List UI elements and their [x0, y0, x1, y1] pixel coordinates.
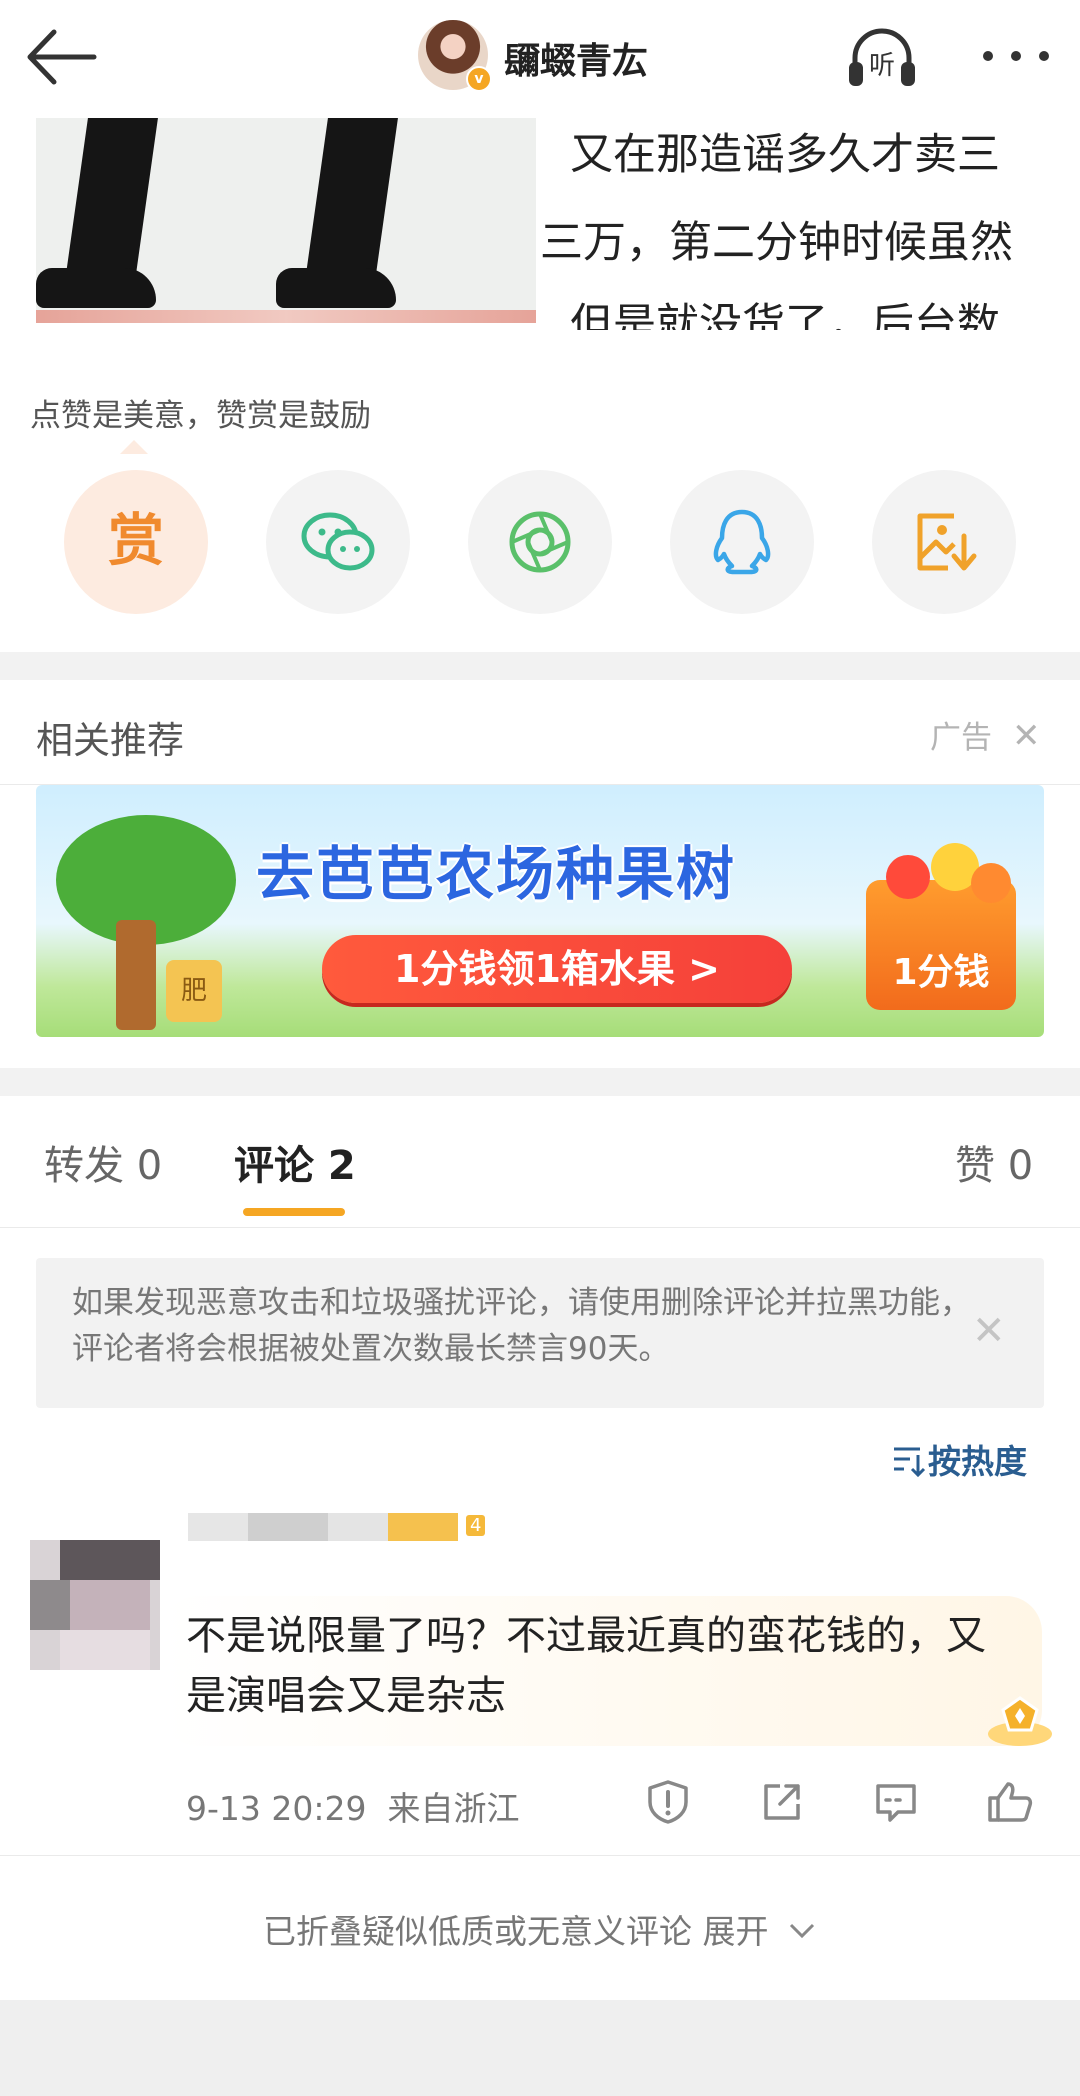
- article-content: 又在那造谣多久才卖三 三万，第二分钟时候虽然 但是就没货了，后台数: [0, 118, 1080, 330]
- notice-text: 如果发现恶意攻击和垃圾骚扰评论，请使用删除评论并拉黑功能，评论者将会根据被处置次…: [72, 1285, 971, 1367]
- save-image-button[interactable]: [872, 470, 1016, 614]
- commenter-name[interactable]: 4: [188, 1513, 488, 1541]
- folded-label: 已折叠疑似低质或无意义评论 展开: [263, 1912, 769, 1951]
- box-label: 1分钱: [892, 952, 990, 993]
- fruit-apple: [886, 855, 930, 899]
- article-line: 三万，第二分钟时候虽然: [540, 218, 1013, 268]
- more-dots-icon: [983, 51, 1049, 61]
- qq-icon: [713, 509, 771, 575]
- share-moments-button[interactable]: [468, 470, 612, 614]
- fertilizer-bag: 肥: [166, 960, 222, 1022]
- ad-close-icon[interactable]: ✕: [1012, 716, 1041, 756]
- comment-meta: 9-13 20:29 来自浙江: [186, 1782, 519, 1830]
- listen-label: 听: [869, 51, 895, 81]
- section-gap: [0, 652, 1080, 680]
- section-gap: [0, 1068, 1080, 1096]
- sort-label: 按热度: [928, 1442, 1027, 1481]
- reward-prompt: 点赞是美意，赞赏是鼓励: [30, 398, 371, 434]
- listen-button[interactable]: 听: [845, 22, 919, 92]
- share-icon: [764, 1784, 800, 1820]
- reply-button[interactable]: [872, 1778, 920, 1826]
- chevron-down-icon: [789, 1923, 815, 1939]
- verified-badge-icon: v: [466, 66, 492, 92]
- tab-like[interactable]: 赞 0: [955, 1133, 1033, 1191]
- tree-trunk: [116, 920, 156, 1030]
- related-title: 相关推荐: [36, 719, 184, 762]
- back-button[interactable]: [22, 22, 102, 92]
- sort-button[interactable]: 按热度: [892, 1435, 1027, 1483]
- commenter-avatar[interactable]: [30, 1540, 160, 1670]
- like-button[interactable]: [986, 1778, 1034, 1826]
- banner-headline: 去芭芭农场种果树: [256, 840, 737, 908]
- comment-time: 9-13 20:29: [186, 1789, 367, 1828]
- article-line: 但是就没货了，后台数: [570, 300, 1000, 330]
- share-button[interactable]: [758, 1778, 806, 1826]
- share-wechat-button[interactable]: [266, 470, 410, 614]
- moderation-notice: 如果发现恶意攻击和垃圾骚扰评论，请使用删除评论并拉黑功能，评论者将会根据被处置次…: [36, 1258, 1044, 1408]
- reward-button[interactable]: 赏: [64, 470, 208, 614]
- comment-text[interactable]: 不是说限量了吗？不过最近真的蛮花钱的，又是演唱会又是杂志: [186, 1606, 1006, 1726]
- moments-icon: [509, 511, 571, 573]
- save-image-icon: [917, 513, 977, 571]
- divider: [0, 1855, 1080, 1856]
- sort-icon: [894, 1447, 926, 1478]
- reward-caret: [120, 440, 148, 454]
- wechat-icon: [301, 512, 375, 571]
- folded-comments-toggle[interactable]: 已折叠疑似低质或无意义评论 展开: [0, 1905, 1080, 1953]
- back-arrow-icon: [27, 29, 97, 85]
- tab-repost[interactable]: 转发 0: [44, 1133, 162, 1191]
- share-qq-button[interactable]: [670, 470, 814, 614]
- reward-icon: 赏: [108, 509, 164, 574]
- fruit-orange: [971, 863, 1011, 903]
- report-button[interactable]: [644, 1778, 692, 1826]
- more-button[interactable]: [976, 40, 1056, 72]
- ad-label: 广告: [930, 720, 992, 756]
- ad-banner[interactable]: 肥 去芭芭农场种果树 1分钱领1箱水果 > 1分钱: [36, 785, 1044, 1037]
- bottom-area: [0, 2000, 1080, 2096]
- report-icon: [648, 1780, 688, 1824]
- divider: [0, 1227, 1080, 1228]
- user-level-badge: 4: [466, 1515, 486, 1536]
- page-title[interactable]: 镾蝃青厷: [504, 32, 648, 84]
- like-icon: [988, 1782, 1033, 1822]
- active-tab-indicator: [243, 1208, 345, 1216]
- article-line: 又在那造谣多久才卖三: [570, 130, 1000, 180]
- article-image[interactable]: [36, 118, 536, 323]
- comment-location: 来自浙江: [387, 1789, 520, 1828]
- notice-close-icon[interactable]: ✕: [972, 1308, 1006, 1354]
- headphones-icon: 听: [849, 28, 915, 86]
- banner-cta-button[interactable]: 1分钱领1箱水果 >: [322, 935, 792, 1003]
- reply-icon: [876, 1784, 916, 1822]
- fan-medal-icon: [985, 1690, 1055, 1750]
- tab-comment[interactable]: 评论 2: [234, 1133, 356, 1191]
